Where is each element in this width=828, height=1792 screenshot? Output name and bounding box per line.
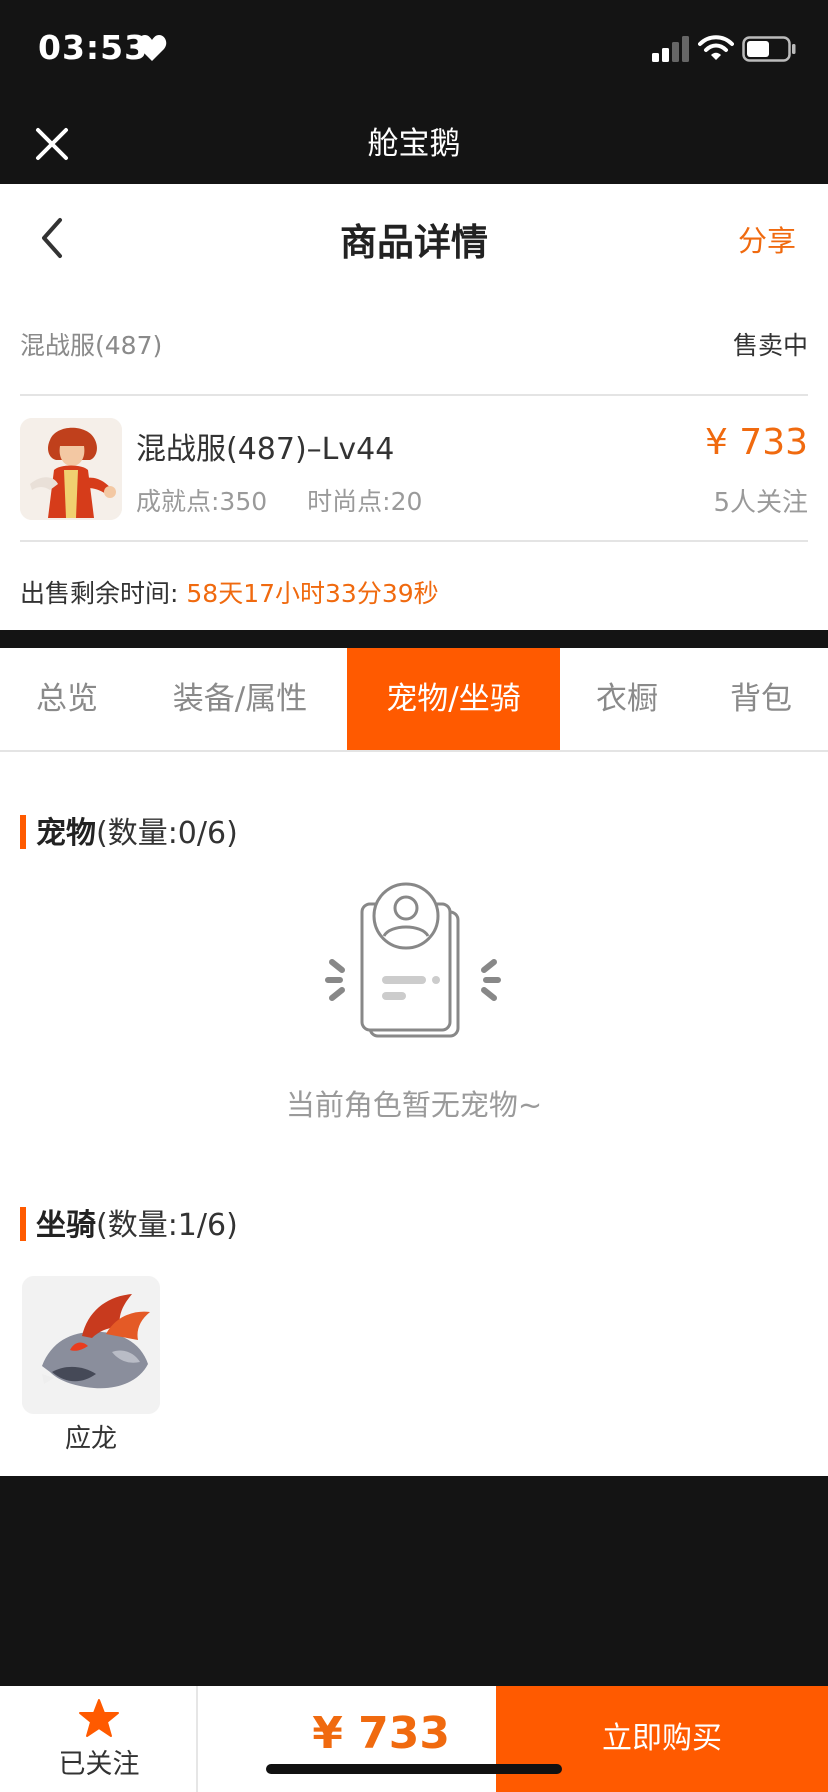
- mount-name: 应龙: [64, 1424, 117, 1454]
- status-time: 03:53: [38, 28, 149, 67]
- item-price: ¥ 733: [704, 422, 808, 463]
- remaining-time-label: 出售剩余时间:: [20, 579, 179, 608]
- home-indicator: [266, 1764, 562, 1774]
- tab-content: 宠物(数量:0/6) 当前角色暂无宠物~ 坐骑(数量:1/6) 应龙: [0, 752, 828, 1476]
- battery-icon: [742, 36, 796, 62]
- sale-status: 售卖中: [732, 331, 808, 360]
- tab-bar: 总览 装备/属性 宠物/坐骑 衣橱 背包: [0, 648, 828, 752]
- app-title: 舱宝鹅: [367, 126, 461, 162]
- tab-pets-mounts[interactable]: 宠物/坐骑: [347, 648, 560, 750]
- product-detail-panel: 商品详情 分享 混战服(487) 售卖中 混战服(487)–Lv44 成就点:3…: [0, 184, 828, 630]
- section-marker: [20, 815, 26, 849]
- page-title: 商品详情: [340, 221, 488, 264]
- tab-backpack[interactable]: 背包: [694, 648, 828, 750]
- divider: [20, 394, 808, 396]
- tab-wardrobe[interactable]: 衣橱: [560, 648, 694, 750]
- empty-pets-text: 当前角色暂无宠物~: [285, 1088, 543, 1122]
- follow-label: 已关注: [58, 1749, 140, 1780]
- app-bar: 舱宝鹅: [0, 100, 828, 184]
- bottom-action-bar: 已关注 ¥ 733 立即购买: [0, 1686, 828, 1792]
- section-marker: [20, 1207, 26, 1241]
- item-title: 混战服(487)–Lv44: [136, 432, 395, 467]
- signal-icon: [652, 36, 689, 62]
- mounts-section-title: 坐骑(数量:1/6): [20, 1200, 238, 1244]
- achievement-points: 成就点:350: [136, 487, 268, 516]
- wifi-icon: [698, 35, 734, 60]
- empty-profile-icon: [325, 882, 501, 1038]
- server-name: 混战服(487): [20, 331, 163, 360]
- dragon-icon: [22, 1276, 160, 1414]
- remaining-time-value: 58天17小时33分39秒: [186, 579, 439, 608]
- status-bar: 03:53: [0, 0, 828, 100]
- fashion-points: 时尚点:20: [307, 487, 423, 516]
- buy-now-button[interactable]: 立即购买: [496, 1686, 828, 1792]
- mounts-count: (数量:1/6): [96, 1208, 238, 1243]
- bottom-price: ¥ 733: [312, 1708, 450, 1759]
- character-avatar: [20, 418, 122, 520]
- tab-overview[interactable]: 总览: [0, 648, 134, 750]
- tab-equipment[interactable]: 装备/属性: [134, 648, 346, 750]
- mounts-title: 坐骑: [36, 1208, 96, 1243]
- item-stats: 成就点:350 时尚点:20: [136, 482, 462, 518]
- divider: [20, 540, 808, 542]
- remaining-time: 出售剩余时间: 58天17小时33分39秒: [20, 574, 439, 610]
- pets-title: 宠物: [36, 816, 96, 851]
- pets-section-title: 宠物(数量:0/6): [20, 808, 238, 852]
- pets-count: (数量:0/6): [96, 816, 238, 851]
- mount-item[interactable]: [22, 1276, 160, 1414]
- star-icon: [79, 1699, 119, 1737]
- share-button[interactable]: 分享: [738, 218, 796, 260]
- follow-button[interactable]: 已关注: [0, 1686, 198, 1792]
- heart-icon: [137, 35, 167, 61]
- follower-count: 5人关注: [713, 488, 808, 518]
